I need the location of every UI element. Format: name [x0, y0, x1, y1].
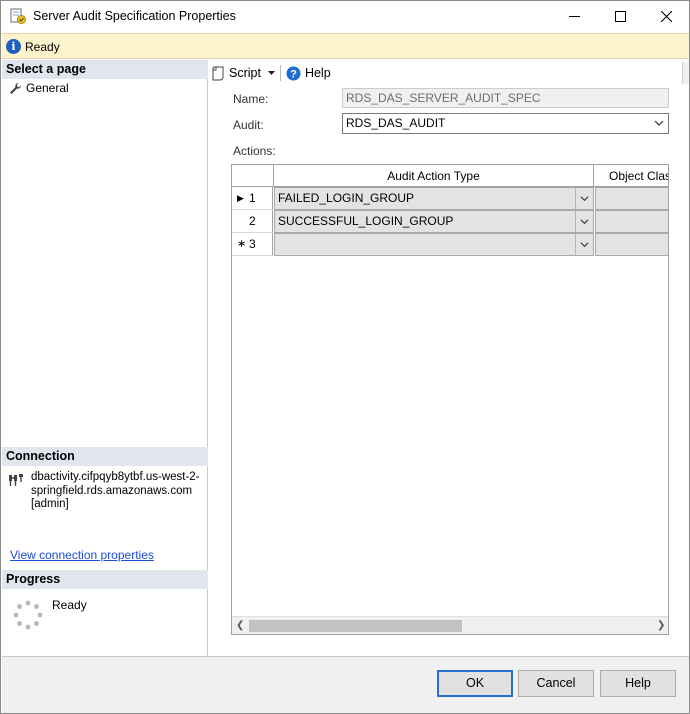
title-bar[interactable]: Server Audit Specification Properties: [1, 1, 689, 32]
table-row: ▶ 1 FAILED_LOGIN_GROUP: [232, 187, 668, 210]
current-row-marker: ▶: [237, 193, 244, 203]
chevron-down-icon: [654, 120, 664, 126]
connection-info: dbactivity.cifpqyb8ytbf.us-west-2-spring…: [31, 471, 205, 512]
new-row-marker: ∗: [237, 238, 247, 250]
close-icon: [660, 11, 672, 22]
window-title: Server Audit Specification Properties: [33, 9, 236, 23]
actions-grid: Audit Action Type Object Class ▶ 1 FAILE…: [231, 164, 669, 635]
name-field: RDS_DAS_SERVER_AUDIT_SPEC: [342, 88, 669, 108]
minimize-icon: [568, 16, 580, 17]
maximize-button[interactable]: [597, 1, 643, 32]
cell-dropdown-button[interactable]: [575, 188, 593, 209]
row-number: 2: [249, 214, 256, 228]
audit-action-type-cell[interactable]: SUCCESSFUL_LOGIN_GROUP: [274, 210, 594, 233]
object-class-cell[interactable]: [595, 187, 668, 210]
audit-select[interactable]: RDS_DAS_AUDIT: [342, 113, 669, 134]
connection-header: Connection: [2, 447, 208, 466]
page-item-label: General: [26, 81, 69, 95]
close-button[interactable]: [643, 1, 689, 32]
connection-server: dbactivity.cifpqyb8ytbf.us-west-2-spring…: [31, 471, 200, 497]
help-button[interactable]: Help: [600, 670, 676, 697]
cell-dropdown-button[interactable]: [575, 211, 593, 232]
scroll-left-icon[interactable]: ❮: [236, 620, 244, 631]
progress-header: Progress: [2, 570, 208, 589]
help-icon: ?: [286, 66, 301, 80]
name-label: Name:: [233, 92, 269, 106]
maximize-icon: [614, 11, 626, 22]
column-audit-action-type[interactable]: Audit Action Type: [274, 165, 594, 187]
scroll-right-icon[interactable]: ❯: [657, 620, 665, 631]
row-number: 3: [249, 237, 256, 251]
minimize-button[interactable]: [551, 1, 597, 32]
table-row: 2 SUCCESSFUL_LOGIN_GROUP: [232, 210, 668, 233]
view-connection-properties-link[interactable]: View connection properties: [10, 548, 154, 562]
progress-status: Ready: [52, 598, 87, 612]
audit-action-value: SUCCESSFUL_LOGIN_GROUP: [278, 214, 454, 228]
dropdown-arrow-icon[interactable]: [267, 71, 275, 75]
wrench-icon: [10, 82, 22, 94]
horizontal-scrollbar[interactable]: ❮ ❯: [232, 616, 668, 634]
script-icon: [212, 66, 224, 80]
button-bar: OK Cancel Help: [2, 656, 689, 713]
toolbar: Script ? Help: [211, 62, 331, 84]
audit-action-value: FAILED_LOGIN_GROUP: [278, 191, 415, 205]
chevron-down-icon: [580, 242, 589, 248]
status-bar: i Ready: [2, 33, 689, 59]
info-icon: i: [6, 39, 21, 54]
audit-spec-icon: [10, 8, 26, 24]
audit-label: Audit:: [233, 118, 264, 132]
ok-button[interactable]: OK: [437, 670, 513, 697]
column-object-class[interactable]: Object Class: [594, 165, 668, 187]
left-pane: Select a page General Connection dbactiv…: [2, 60, 208, 656]
row-header[interactable]: 2: [232, 210, 273, 233]
grid-header: Audit Action Type Object Class: [232, 165, 668, 187]
row-header[interactable]: ▶ 1: [232, 187, 273, 210]
row-number: 1: [249, 191, 256, 205]
help-toolbar-button[interactable]: ? Help: [286, 66, 331, 81]
row-header-corner: [232, 165, 274, 187]
select-page-header: Select a page: [2, 60, 208, 79]
vertical-scrollbar[interactable]: [682, 62, 689, 84]
dialog-window: Server Audit Specification Properties i …: [0, 0, 690, 714]
audit-action-type-cell[interactable]: FAILED_LOGIN_GROUP: [274, 187, 594, 210]
connection-icon: [9, 474, 23, 486]
audit-select-value: RDS_DAS_AUDIT: [346, 116, 446, 130]
script-button[interactable]: Script: [211, 66, 275, 81]
row-header[interactable]: ∗ 3: [232, 233, 273, 256]
scrollbar-thumb[interactable]: [249, 620, 462, 632]
connection-user: [admin]: [31, 498, 69, 510]
chevron-down-icon: [580, 219, 589, 225]
cell-dropdown-button[interactable]: [575, 234, 593, 255]
toolbar-separator: [279, 65, 281, 81]
status-text: Ready: [25, 40, 60, 54]
actions-label: Actions:: [233, 144, 276, 158]
page-item-general[interactable]: General: [9, 80, 69, 96]
table-row: ∗ 3: [232, 233, 668, 256]
object-class-cell[interactable]: [595, 210, 668, 233]
progress-spinner-icon: [13, 600, 43, 630]
audit-action-type-cell[interactable]: [274, 233, 594, 256]
cancel-button[interactable]: Cancel: [518, 670, 594, 697]
script-label: Script: [229, 66, 261, 80]
object-class-cell[interactable]: [595, 233, 668, 256]
svg-text:?: ?: [290, 68, 297, 80]
help-label: Help: [304, 66, 331, 80]
chevron-down-icon: [580, 196, 589, 202]
